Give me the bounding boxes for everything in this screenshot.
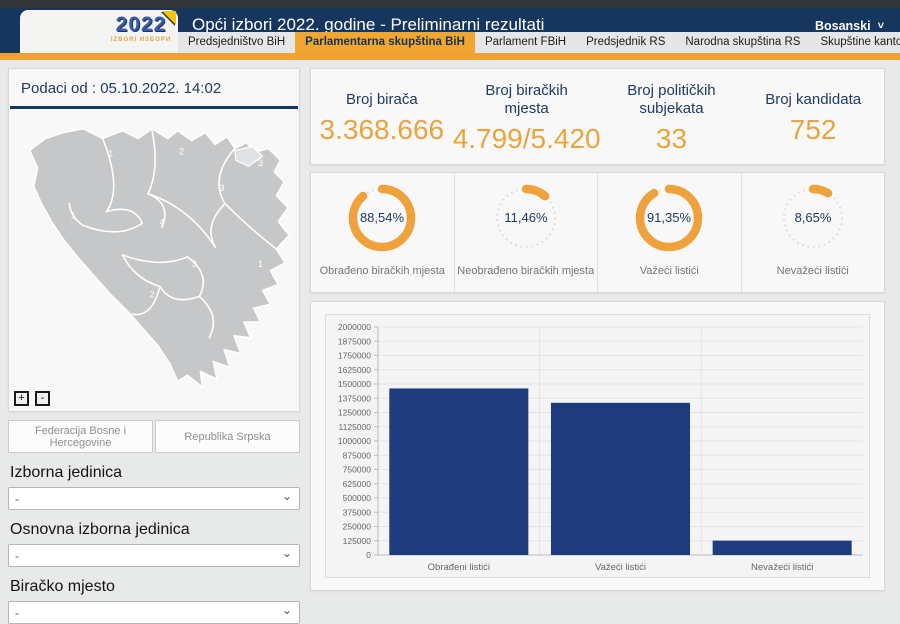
- izborna-jedinica-select-wrap: - ⌄: [8, 487, 300, 510]
- stat-broj-biraca: Broj birača 3.368.666: [311, 87, 453, 146]
- language-selector[interactable]: Bosanski ˅: [815, 19, 884, 33]
- svg-text:Obrađeni listići: Obrađeni listići: [428, 562, 490, 573]
- language-label: Bosanski: [815, 19, 871, 33]
- svg-text:Važeći listići: Važeći listići: [595, 562, 646, 573]
- republika-srpska-button[interactable]: Republika Srpska: [155, 420, 300, 453]
- osnovna-izborna-jedinica-select-wrap: - ⌄: [8, 544, 300, 567]
- bih-map[interactable]: 1 2 3 3 1 4 3 1 2: [9, 109, 299, 391]
- svg-text:4: 4: [159, 217, 164, 227]
- svg-text:0: 0: [366, 550, 371, 560]
- svg-text:2: 2: [150, 289, 155, 299]
- svg-text:1: 1: [71, 210, 76, 220]
- svg-text:1: 1: [258, 259, 263, 269]
- svg-text:3: 3: [258, 158, 263, 168]
- map-zoom-in-button[interactable]: +: [14, 391, 29, 406]
- stat-broj-birackih-mjesta: Broj biračkih mjesta 4.799/5.420: [453, 78, 601, 155]
- svg-text:1500000: 1500000: [338, 379, 371, 389]
- browser-chrome-strip: [0, 0, 900, 8]
- accent-strip: [0, 53, 900, 60]
- gauge-nevazeci-listici: 8,65% Nevažeći listići: [742, 173, 885, 292]
- stat-broj-kandidata: Broj kandidata 752: [742, 87, 884, 146]
- svg-text:1625000: 1625000: [338, 365, 371, 375]
- svg-text:125000: 125000: [343, 536, 372, 546]
- svg-text:1875000: 1875000: [338, 336, 371, 346]
- svg-text:375000: 375000: [343, 507, 372, 517]
- bih-country-shape[interactable]: [30, 129, 289, 387]
- summary-stats-card: Broj birača 3.368.666 Broj biračkih mjes…: [310, 68, 885, 165]
- federacija-bih-button[interactable]: Federacija Bosne i Hercegovine: [8, 420, 153, 453]
- izborna-jedinica-select[interactable]: -: [8, 487, 300, 510]
- stat-value: 3.368.666: [311, 114, 453, 146]
- svg-text:875000: 875000: [343, 450, 372, 460]
- stat-broj-politickih-subjekata: Broj političkih subjekata 33: [601, 78, 743, 155]
- bar-chart[interactable]: 0 125000 250000 375000 500000 625000 750000 875…: [325, 314, 870, 578]
- svg-text:1750000: 1750000: [338, 351, 371, 361]
- tab-predsjednik-rs[interactable]: Predsjednik RS: [576, 32, 675, 53]
- svg-text:Nevažeći listići: Nevažeći listići: [751, 562, 813, 573]
- svg-text:1000000: 1000000: [338, 436, 371, 446]
- data-timestamp: Podaci od : 05.10.2022. 14:02: [9, 69, 299, 106]
- biracko-mjesto-select[interactable]: -: [8, 601, 300, 624]
- osnovna-izborna-jedinica-label: Osnovna izborna jedinica: [10, 521, 300, 539]
- izborna-jedinica-label: Izborna jedinica: [10, 464, 300, 482]
- gauge-obradjeno-biracka-mjesta: 88,54% Obrađeno biračkih mjesta: [311, 173, 455, 292]
- gauge-percent: 11,46%: [504, 210, 548, 225]
- svg-text:3: 3: [220, 183, 225, 193]
- svg-text:625000: 625000: [343, 479, 372, 489]
- svg-text:1250000: 1250000: [338, 408, 371, 418]
- stat-value: 33: [601, 123, 743, 155]
- gauge-label: Nevažeći listići: [742, 265, 885, 277]
- gauges-card: 88,54% Obrađeno biračkih mjesta 11,46% N…: [310, 172, 885, 293]
- gauge-vazeci-listici: 91,35% Važeći listići: [598, 173, 742, 292]
- main-panel: Broj birača 3.368.666 Broj biračkih mjes…: [310, 68, 885, 591]
- tab-predsjednistvo-bih[interactable]: Predsjedništvo BiH: [178, 32, 295, 53]
- stat-label: Broj birača: [311, 91, 453, 109]
- entity-buttons: Federacija Bosne i Hercegovine Republika…: [8, 420, 300, 453]
- map-zoom-out-button[interactable]: -: [35, 391, 50, 406]
- map-zoom-controls: + -: [14, 391, 50, 406]
- map-card: Podaci od : 05.10.2022. 14:02 1: [8, 68, 300, 412]
- biracko-mjesto-label: Biračko mjesto: [10, 578, 300, 596]
- nav-tabbar: Predsjedništvo BiH Parlamentarna skupšti…: [178, 32, 900, 53]
- bih-flag-icon: [162, 11, 176, 25]
- logo-tab: 2022 IZBORI ИЗБОРИ: [20, 10, 178, 53]
- left-panel: Podaci od : 05.10.2022. 14:02 1: [8, 68, 300, 624]
- svg-text:1375000: 1375000: [338, 393, 371, 403]
- tab-narodna-skupstina-rs[interactable]: Narodna skupština RS: [675, 32, 810, 53]
- stat-value: 752: [742, 114, 884, 146]
- stat-label: Broj političkih subjekata: [611, 82, 731, 118]
- gauge-percent: 88,54%: [360, 210, 405, 225]
- tab-parlamentarna-skupstina-bih[interactable]: Parlamentarna skupština BiH: [295, 32, 475, 53]
- gauge-label: Obrađeno biračkih mjesta: [311, 265, 454, 277]
- app-header: 2022 IZBORI ИЗБОРИ Opći izbori 2022. god…: [0, 8, 900, 53]
- gauge-percent: 8,65%: [794, 210, 831, 225]
- gauge-neobradjeno-biracka-mjesta: 11,46% Neobrađeno biračkih mjesta: [455, 173, 599, 292]
- chevron-down-icon: ˅: [878, 20, 884, 32]
- svg-text:1: 1: [108, 148, 113, 158]
- svg-text:750000: 750000: [343, 465, 372, 475]
- svg-text:1125000: 1125000: [339, 422, 372, 432]
- svg-text:2: 2: [179, 146, 184, 156]
- svg-text:250000: 250000: [343, 522, 372, 532]
- gauge-label: Važeći listići: [598, 265, 741, 277]
- svg-text:2000000: 2000000: [338, 322, 371, 332]
- logo-subtitle: IZBORI ИЗБОРИ: [110, 37, 172, 44]
- biracko-mjesto-select-wrap: - ⌄: [8, 601, 300, 624]
- gauge-percent: 91,35%: [647, 210, 692, 225]
- stat-value: 4.799/5.420: [453, 123, 601, 155]
- gauge-label: Neobrađeno biračkih mjesta: [455, 265, 598, 277]
- osnovna-izborna-jedinica-select[interactable]: -: [8, 544, 300, 567]
- stat-label: Broj kandidata: [742, 91, 884, 109]
- election-2022-logo: 2022 IZBORI ИЗБОРИ: [110, 13, 172, 51]
- ballots-chart-card: 0 125000 250000 375000 500000 625000 750000 875…: [310, 301, 885, 591]
- stat-label: Broj biračkih mjesta: [467, 82, 587, 118]
- svg-text:3: 3: [192, 259, 197, 269]
- svg-text:500000: 500000: [343, 493, 372, 503]
- tab-parlament-fbih[interactable]: Parlament FBiH: [475, 32, 576, 53]
- tab-skupstine-kantona-fbih[interactable]: Skupštine kantona u FBiH: [810, 32, 900, 53]
